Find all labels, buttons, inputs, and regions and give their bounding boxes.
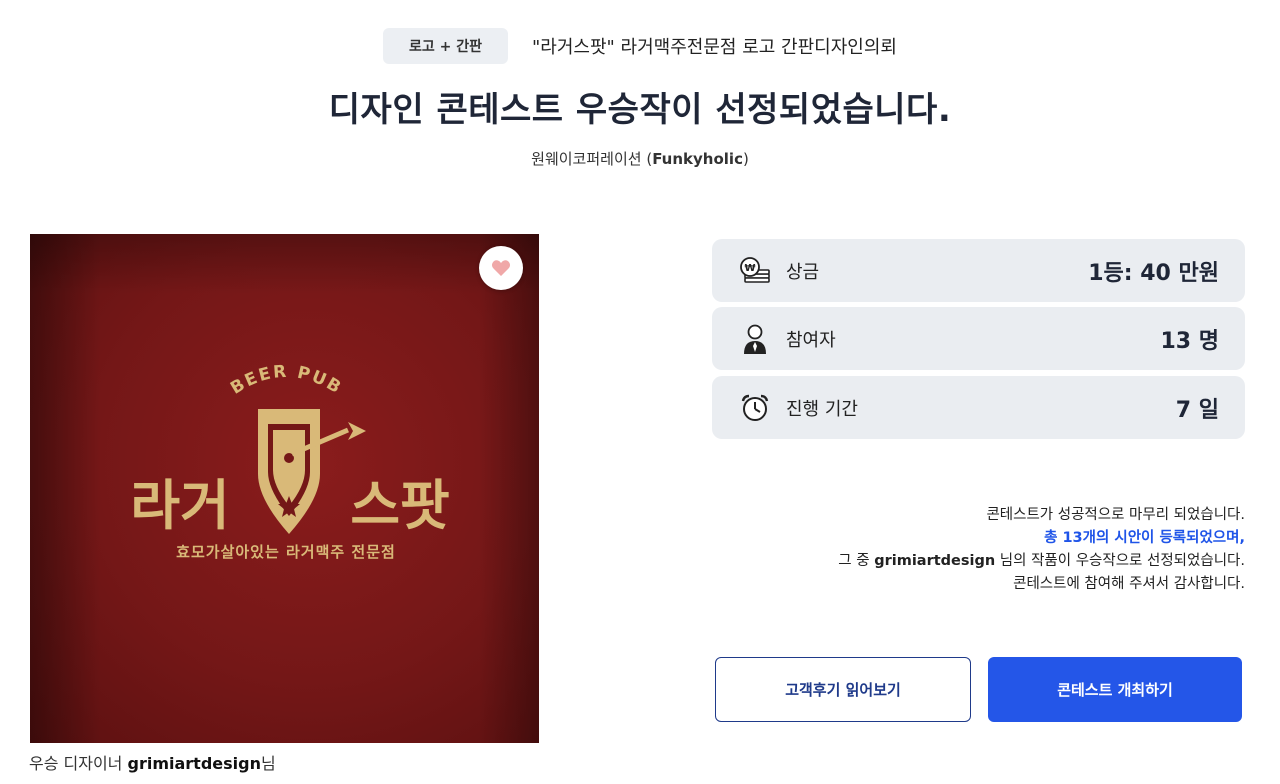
logo-tagline: 효모가살아있는 라거맥주 전문점 xyxy=(176,543,396,561)
alarm-clock-icon xyxy=(738,391,772,425)
prize-value: 1등: 40 만원 xyxy=(1088,260,1219,286)
like-button[interactable] xyxy=(479,246,523,290)
person-icon xyxy=(738,322,772,356)
host-contest-button[interactable]: 콘테스트 개최하기 xyxy=(988,657,1242,722)
winner-designer-caption: 우승 디자이너 grimiartdesign님 xyxy=(29,750,276,774)
client-close: ) xyxy=(742,150,749,168)
duration-card: 진행 기간 7 일 xyxy=(712,376,1245,439)
duration-label: 진행 기간 xyxy=(786,398,858,420)
result-designer-name: grimiartdesign xyxy=(874,553,996,569)
caption-suffix: 님 xyxy=(260,754,276,773)
svg-text:₩: ₩ xyxy=(744,263,755,274)
result-line-highlight: 총 13개의 시안이 등록되었으며, xyxy=(1044,530,1245,546)
client-company: 원웨이코퍼레이션 ( xyxy=(531,150,653,168)
prize-label: 상금 xyxy=(786,261,820,283)
logo-artwork: BEER PUB 라거 스팟 효모가살아있는 라거맥주 전문점 xyxy=(130,362,449,561)
heart-icon xyxy=(491,260,511,276)
result-message: 콘테스트가 성공적으로 마무리 되었습니다. 총 13개의 시안이 등록되었으며… xyxy=(838,504,1245,596)
designer-name[interactable]: grimiartdesign xyxy=(128,754,261,773)
result-line: 콘테스트가 성공적으로 마무리 되었습니다. xyxy=(986,507,1245,523)
logo-left-text: 라거 xyxy=(130,474,229,537)
page-title: 디자인 콘테스트 우승작이 선정되었습니다. xyxy=(328,90,952,130)
logo-right-text: 스팟 xyxy=(350,474,449,537)
money-icon: ₩ xyxy=(738,254,772,288)
result-text: 님의 작품이 우승작으로 선정되었습니다. xyxy=(995,553,1245,569)
participants-label: 참여자 xyxy=(786,329,836,351)
result-line: 그 중 grimiartdesign 님의 작품이 우승작으로 선정되었습니다. xyxy=(838,550,1245,573)
logo-arc-text: BEER PUB xyxy=(227,362,346,399)
read-reviews-button[interactable]: 고객후기 읽어보기 xyxy=(715,657,971,722)
caption-prefix: 우승 디자이너 xyxy=(29,754,128,773)
client-nickname: Funkyholic xyxy=(652,150,743,168)
result-line: 콘테스트에 참여해 주셔서 감사합니다. xyxy=(1013,576,1245,592)
participants-value: 13 명 xyxy=(1160,328,1219,354)
client-name: 원웨이코퍼레이션 (Funkyholic) xyxy=(0,148,1280,169)
winning-design-image[interactable]: BEER PUB 라거 스팟 효모가살아있는 라거맥주 전문점 xyxy=(30,234,539,743)
contest-title: "라거스팟" 라거맥주전문점 로고 간판디자인의뢰 xyxy=(532,37,897,58)
result-text: 그 중 xyxy=(838,553,875,569)
prize-card: ₩ 상금 1등: 40 만원 xyxy=(712,239,1245,302)
duration-value: 7 일 xyxy=(1175,397,1219,423)
participants-card: 참여자 13 명 xyxy=(712,307,1245,370)
contest-header: 로고 + 간판 "라거스팟" 라거맥주전문점 로고 간판디자인의뢰 xyxy=(0,28,1280,64)
category-tag[interactable]: 로고 + 간판 xyxy=(383,28,509,64)
